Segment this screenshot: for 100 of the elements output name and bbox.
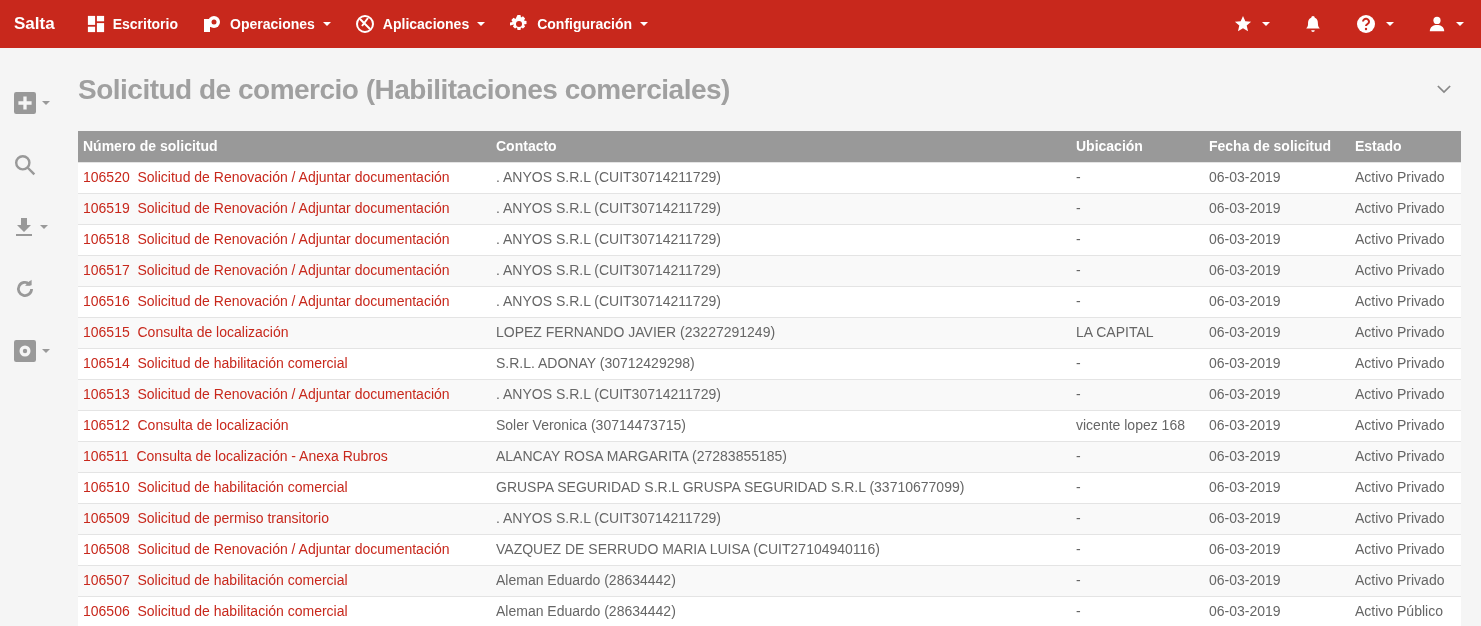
nav-menu-item[interactable]: Aplicaciones [354,13,486,35]
column-header[interactable]: Número de solicitud [78,131,491,162]
request-link[interactable]: Solicitud de permiso transitorio [137,510,329,526]
request-number: 106507 [83,572,130,588]
caret-icon [1386,22,1394,26]
nav-menu-item[interactable]: Configuración [509,13,649,35]
request-number: 106515 [83,324,130,340]
request-link[interactable]: Solicitud de Renovación / Adjuntar documentación [137,200,450,216]
location-cell: - [1076,603,1081,620]
status-cell: Activo Privado [1355,510,1445,526]
location-cell: - [1076,231,1081,247]
request-link[interactable]: Solicitud de Renovación / Adjuntar documentación [137,386,450,402]
request-link[interactable]: Solicitud de Renovación / Adjuntar documentación [137,169,450,185]
date-cell: 06-03-2019 [1209,603,1281,620]
status-cell: Activo Privado [1355,417,1445,433]
request-link[interactable]: Solicitud de habilitación comercial [137,479,348,495]
request-number: 106516 [83,293,130,309]
request-link[interactable]: Solicitud de Renovación / Adjuntar documentación [137,541,450,557]
date-cell: 06-03-2019 [1209,479,1281,495]
request-link[interactable]: Consulta de localización [137,417,289,433]
request-link[interactable]: Solicitud de Renovación / Adjuntar documentación [137,262,450,278]
collapse-button[interactable] [1437,85,1451,94]
star-icon [1234,15,1252,33]
request-number: 106512 [83,417,130,433]
location-cell: LA CAPITAL [1076,324,1154,340]
date-cell: 06-03-2019 [1209,231,1281,247]
date-cell: 06-03-2019 [1209,200,1281,216]
search-icon [14,154,36,176]
contact-cell: . ANYOS S.R.L (CUIT30714211729) [496,510,721,526]
location-cell: - [1076,448,1081,464]
status-cell: Activo Privado [1355,541,1445,557]
request-link[interactable]: Consulta de localización [137,324,289,340]
plus-icon [14,92,36,114]
status-cell: Activo Privado [1355,231,1445,247]
column-header[interactable]: Ubicación [1071,131,1204,162]
contact-cell: ALANCAY ROSA MARGARITA (27283855185) [496,448,788,464]
date-cell: 06-03-2019 [1209,510,1281,526]
nav-menu-item[interactable]: Escritorio [86,13,178,35]
contact-cell: . ANYOS S.R.L (CUIT30714211729) [496,293,721,309]
contact-cell: . ANYOS S.R.L (CUIT30714211729) [496,231,721,247]
location-cell: - [1076,355,1081,371]
caret-icon [42,349,50,353]
status-cell: Activo Privado [1355,324,1445,340]
date-cell: 06-03-2019 [1209,417,1281,433]
location-cell: - [1076,541,1081,557]
status-cell: Activo Privado [1355,479,1445,495]
column-header[interactable]: Estado [1350,131,1461,162]
date-cell: 06-03-2019 [1209,169,1281,185]
request-number: 106514 [83,355,130,371]
contact-cell: LOPEZ FERNANDO JAVIER (23227291249) [496,324,776,340]
request-number: 106520 [83,169,130,185]
contact-cell: GRUSPA SEGURIDAD S.R.L GRUSPA SEGURIDAD S.R.L (33710677099) [496,479,965,495]
grid-icon [86,15,105,33]
contact-cell: Aleman Eduardo (28634442) [496,572,676,588]
location-cell: - [1076,200,1081,216]
download-icon [14,216,34,238]
status-cell: Activo Público [1355,603,1443,620]
location-cell: - [1076,169,1081,185]
caret-icon [1262,22,1270,26]
status-cell: Activo Privado [1355,572,1445,588]
request-number: 106508 [83,541,130,557]
request-link[interactable]: Solicitud de habilitación comercial [137,603,348,620]
bell-icon [1304,15,1322,33]
date-cell: 06-03-2019 [1209,572,1281,588]
request-link[interactable]: Solicitud de Renovación / Adjuntar documentación [137,231,450,247]
location-cell: vicente lopez 168 [1076,417,1185,433]
request-number: 106519 [83,200,130,216]
contact-cell: . ANYOS S.R.L (CUIT30714211729) [496,169,721,185]
date-cell: 06-03-2019 [1209,293,1281,309]
request-link[interactable]: Solicitud de habilitación comercial [137,572,348,588]
request-link[interactable]: Consulta de localización - Anexa Rubros [136,448,388,464]
status-cell: Activo Privado [1355,169,1445,185]
request-number: 106518 [83,231,130,247]
request-number: 106509 [83,510,130,526]
caret-icon [640,22,649,26]
status-cell: Activo Privado [1355,200,1445,216]
request-number: 106513 [83,386,130,402]
brand-link[interactable]: Salta [0,11,69,37]
date-cell: 06-03-2019 [1209,355,1281,371]
caret-icon [1456,22,1464,26]
request-link[interactable]: Solicitud de Renovación / Adjuntar documentación [137,293,450,309]
column-header[interactable]: Contacto [491,131,1071,162]
contact-cell: S.R.L. ADONAY (30712429298) [496,355,695,371]
date-cell: 06-03-2019 [1209,541,1281,557]
status-cell: Activo Privado [1355,386,1445,402]
caret-icon [42,101,50,105]
settings-icon [14,340,36,362]
location-cell: - [1076,386,1081,402]
request-link[interactable]: Solicitud de habilitación comercial [137,355,348,371]
nav-menu-item[interactable]: Operaciones [202,13,331,35]
column-header[interactable]: Fecha de solicitud [1204,131,1350,162]
user-icon [1428,15,1446,33]
status-cell: Activo Privado [1355,262,1445,278]
contact-cell: Aleman Eduardo (28634442) [496,603,676,620]
page-title: Solicitud de comercio (Habilitaciones comerciales) [78,72,730,107]
chevron-down-icon [1437,85,1451,94]
location-cell: - [1076,293,1081,309]
caret-icon [322,22,331,26]
date-cell: 06-03-2019 [1209,324,1281,340]
caret-icon [477,22,486,26]
